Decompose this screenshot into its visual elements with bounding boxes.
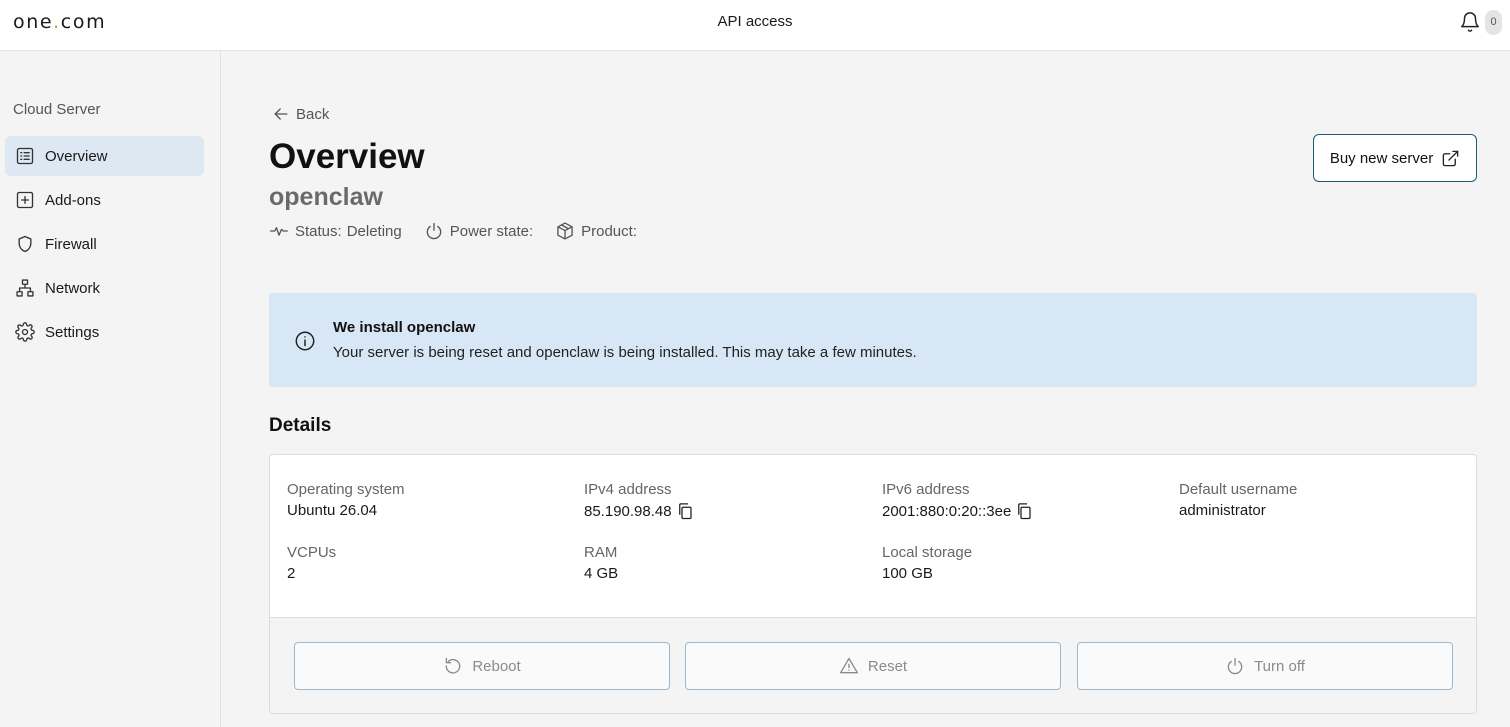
turn-off-label: Turn off: [1254, 657, 1305, 675]
bell-icon[interactable]: [1459, 11, 1481, 33]
details-card: Operating system Ubuntu 26.04 IPv4 addre…: [269, 454, 1477, 714]
main-content: Back Overview openclaw Status: Deleting …: [221, 51, 1510, 727]
ipv4-label: IPv4 address: [584, 481, 672, 498]
sidebar-item-overview[interactable]: Overview: [5, 136, 204, 176]
notice-title: We install openclaw: [333, 319, 476, 336]
vcpus-field: VCPUs 2: [287, 544, 336, 582]
reboot-button[interactable]: Reboot: [294, 642, 670, 690]
default-username-field: Default username administrator: [1179, 481, 1297, 519]
sidebar-item-network[interactable]: Network: [5, 268, 204, 308]
gear-icon: [15, 322, 35, 342]
external-link-icon: [1442, 150, 1459, 166]
info-icon: [295, 331, 315, 351]
top-bar: one.com API access 0: [0, 0, 1510, 51]
local-storage-value: 100 GB: [882, 565, 933, 582]
default-username-value: administrator: [1179, 502, 1266, 519]
reboot-icon: [445, 657, 461, 674]
ram-label: RAM: [584, 544, 618, 561]
sidebar-item-label: Settings: [45, 323, 100, 341]
reboot-label: Reboot: [472, 657, 521, 675]
ipv4-field: IPv4 address 85.190.98.48: [584, 481, 694, 520]
power-state-label: Power state:: [449, 222, 534, 240]
ipv6-field: IPv6 address 2001:880:0:20::3ee: [882, 481, 1033, 520]
server-name: openclaw: [269, 183, 383, 211]
reset-button[interactable]: Reset: [685, 642, 1061, 690]
default-username-label: Default username: [1179, 481, 1298, 498]
vcpus-value: 2: [287, 565, 296, 582]
reset-label: Reset: [867, 657, 908, 675]
notification-count-badge[interactable]: 0: [1485, 10, 1502, 35]
sidebar-item-settings[interactable]: Settings: [5, 312, 204, 352]
power-icon: [1227, 657, 1243, 675]
local-storage-label: Local storage: [882, 544, 973, 561]
buy-new-server-label: Buy new server: [1329, 149, 1434, 167]
ram-value: 4 GB: [584, 565, 619, 582]
ipv6-label: IPv6 address: [882, 481, 970, 498]
server-actions: Reboot Reset Turn off: [270, 617, 1476, 713]
plus-square-icon: [16, 191, 34, 209]
copy-icon[interactable]: [676, 502, 694, 520]
network-icon: [16, 279, 34, 297]
box-icon: [557, 222, 573, 240]
warning-icon: [839, 657, 858, 674]
status-item: Status: Deleting: [269, 221, 402, 241]
sidebar-item-firewall[interactable]: Firewall: [5, 224, 204, 264]
sidebar-item-label: Network: [45, 279, 101, 297]
shield-icon: [18, 235, 32, 253]
install-notice: We install openclaw Your server is being…: [269, 293, 1477, 387]
server-meta: Status: Deleting Power state: Product:: [269, 221, 659, 241]
power-state-item: Power state:: [424, 221, 533, 241]
turn-off-button[interactable]: Turn off: [1077, 642, 1453, 690]
activity-icon: [270, 227, 288, 236]
power-icon: [426, 222, 442, 240]
status-value: Deleting: [346, 222, 402, 240]
sidebar-item-label: Overview: [45, 147, 108, 165]
top-title[interactable]: API access: [0, 13, 1510, 30]
ipv4-value: 85.190.98.48: [584, 502, 672, 520]
os-field: Operating system Ubuntu 26.04: [287, 481, 405, 519]
sidebar-item-label: Add-ons: [45, 191, 101, 209]
product-label: Product:: [581, 222, 637, 240]
back-label: Back: [296, 105, 330, 123]
ipv6-value: 2001:880:0:20::3ee: [882, 502, 1012, 520]
local-storage-field: Local storage 100 GB: [882, 544, 972, 582]
notice-text: Your server is being reset and openclaw …: [333, 344, 917, 361]
status-label: Status:: [295, 222, 342, 240]
sidebar-heading: Cloud Server: [13, 101, 101, 118]
vcpus-label: VCPUs: [287, 544, 337, 561]
ram-field: RAM 4 GB: [584, 544, 618, 582]
buy-new-server-button[interactable]: Buy new server: [1313, 134, 1477, 182]
list-icon: [16, 147, 34, 165]
sidebar-item-label: Firewall: [45, 235, 97, 253]
sidebar-item-add-ons[interactable]: Add-ons: [5, 180, 204, 220]
copy-icon[interactable]: [1015, 502, 1033, 520]
os-value: Ubuntu 26.04: [287, 502, 378, 519]
sidebar: Cloud Server Overview Add-ons Firewall N…: [0, 51, 221, 727]
os-label: Operating system: [287, 481, 405, 498]
details-heading: Details: [269, 415, 332, 436]
page-title: Overview: [269, 137, 425, 176]
arrow-left-icon: [274, 108, 288, 120]
product-item: Product:: [555, 221, 637, 241]
back-link[interactable]: Back: [271, 104, 329, 124]
